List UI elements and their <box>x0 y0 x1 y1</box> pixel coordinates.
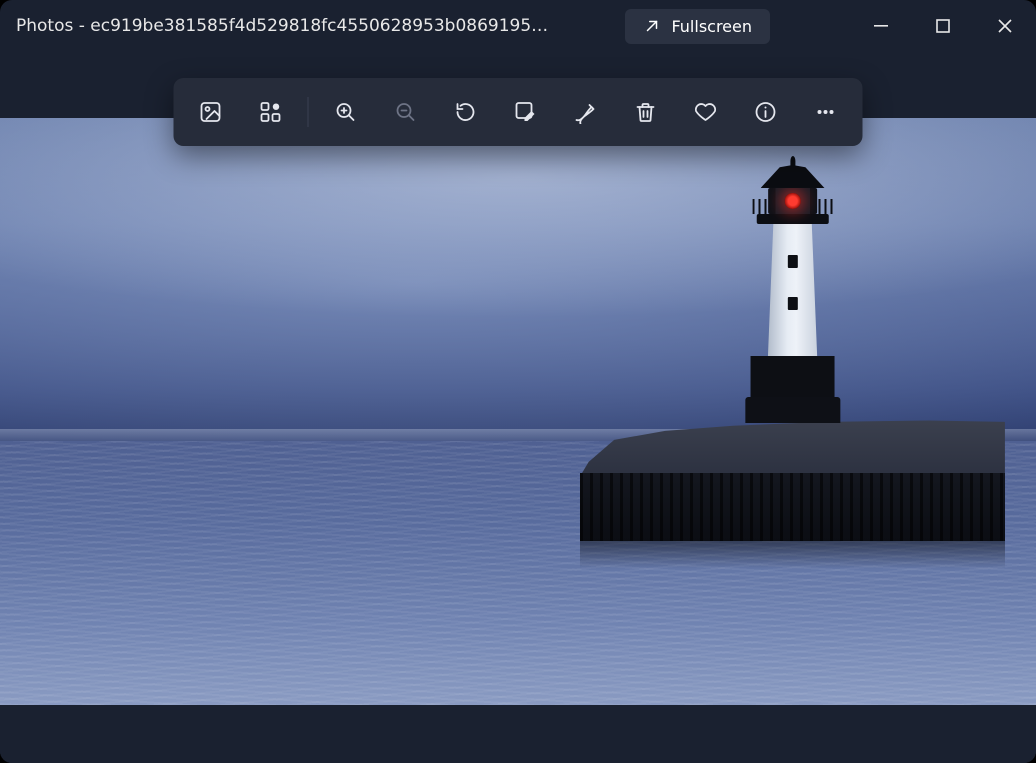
close-button[interactable] <box>974 0 1036 52</box>
window-controls <box>850 0 1036 52</box>
letterbox-bottom <box>0 705 1036 763</box>
delete-button[interactable] <box>617 88 675 136</box>
minimize-button[interactable] <box>850 0 912 52</box>
info-button[interactable] <box>737 88 795 136</box>
titlebar: Photos - ec919be381585f4d529818fc4550628… <box>0 0 1036 52</box>
maximize-button[interactable] <box>912 0 974 52</box>
toolbar-separator <box>308 97 309 127</box>
window-title: Photos - ec919be381585f4d529818fc4550628… <box>16 16 556 36</box>
action-toolbar <box>174 78 863 146</box>
app-window: Photos - ec919be381585f4d529818fc4550628… <box>0 0 1036 763</box>
gallery-button[interactable] <box>182 88 240 136</box>
apps-button[interactable] <box>242 88 300 136</box>
edit-button[interactable] <box>497 88 555 136</box>
gallery-icon <box>199 100 223 124</box>
info-icon <box>754 100 778 124</box>
favorite-icon <box>694 100 718 124</box>
more-button[interactable] <box>797 88 855 136</box>
fullscreen-icon <box>643 17 661 35</box>
more-icon <box>814 100 838 124</box>
zoom-out-icon <box>394 100 418 124</box>
markup-icon <box>574 100 598 124</box>
image-viewport[interactable] <box>0 118 1036 705</box>
edit-image-icon <box>514 100 538 124</box>
zoom-in-button[interactable] <box>317 88 375 136</box>
apps-icon <box>259 100 283 124</box>
favorite-button[interactable] <box>677 88 735 136</box>
fullscreen-button[interactable]: Fullscreen <box>625 9 770 44</box>
fullscreen-label: Fullscreen <box>671 17 752 36</box>
zoom-in-icon <box>334 100 358 124</box>
rotate-button[interactable] <box>437 88 495 136</box>
markup-button[interactable] <box>557 88 615 136</box>
zoom-out-button <box>377 88 435 136</box>
content-area <box>0 52 1036 763</box>
delete-icon <box>634 100 658 124</box>
rotate-icon <box>454 100 478 124</box>
